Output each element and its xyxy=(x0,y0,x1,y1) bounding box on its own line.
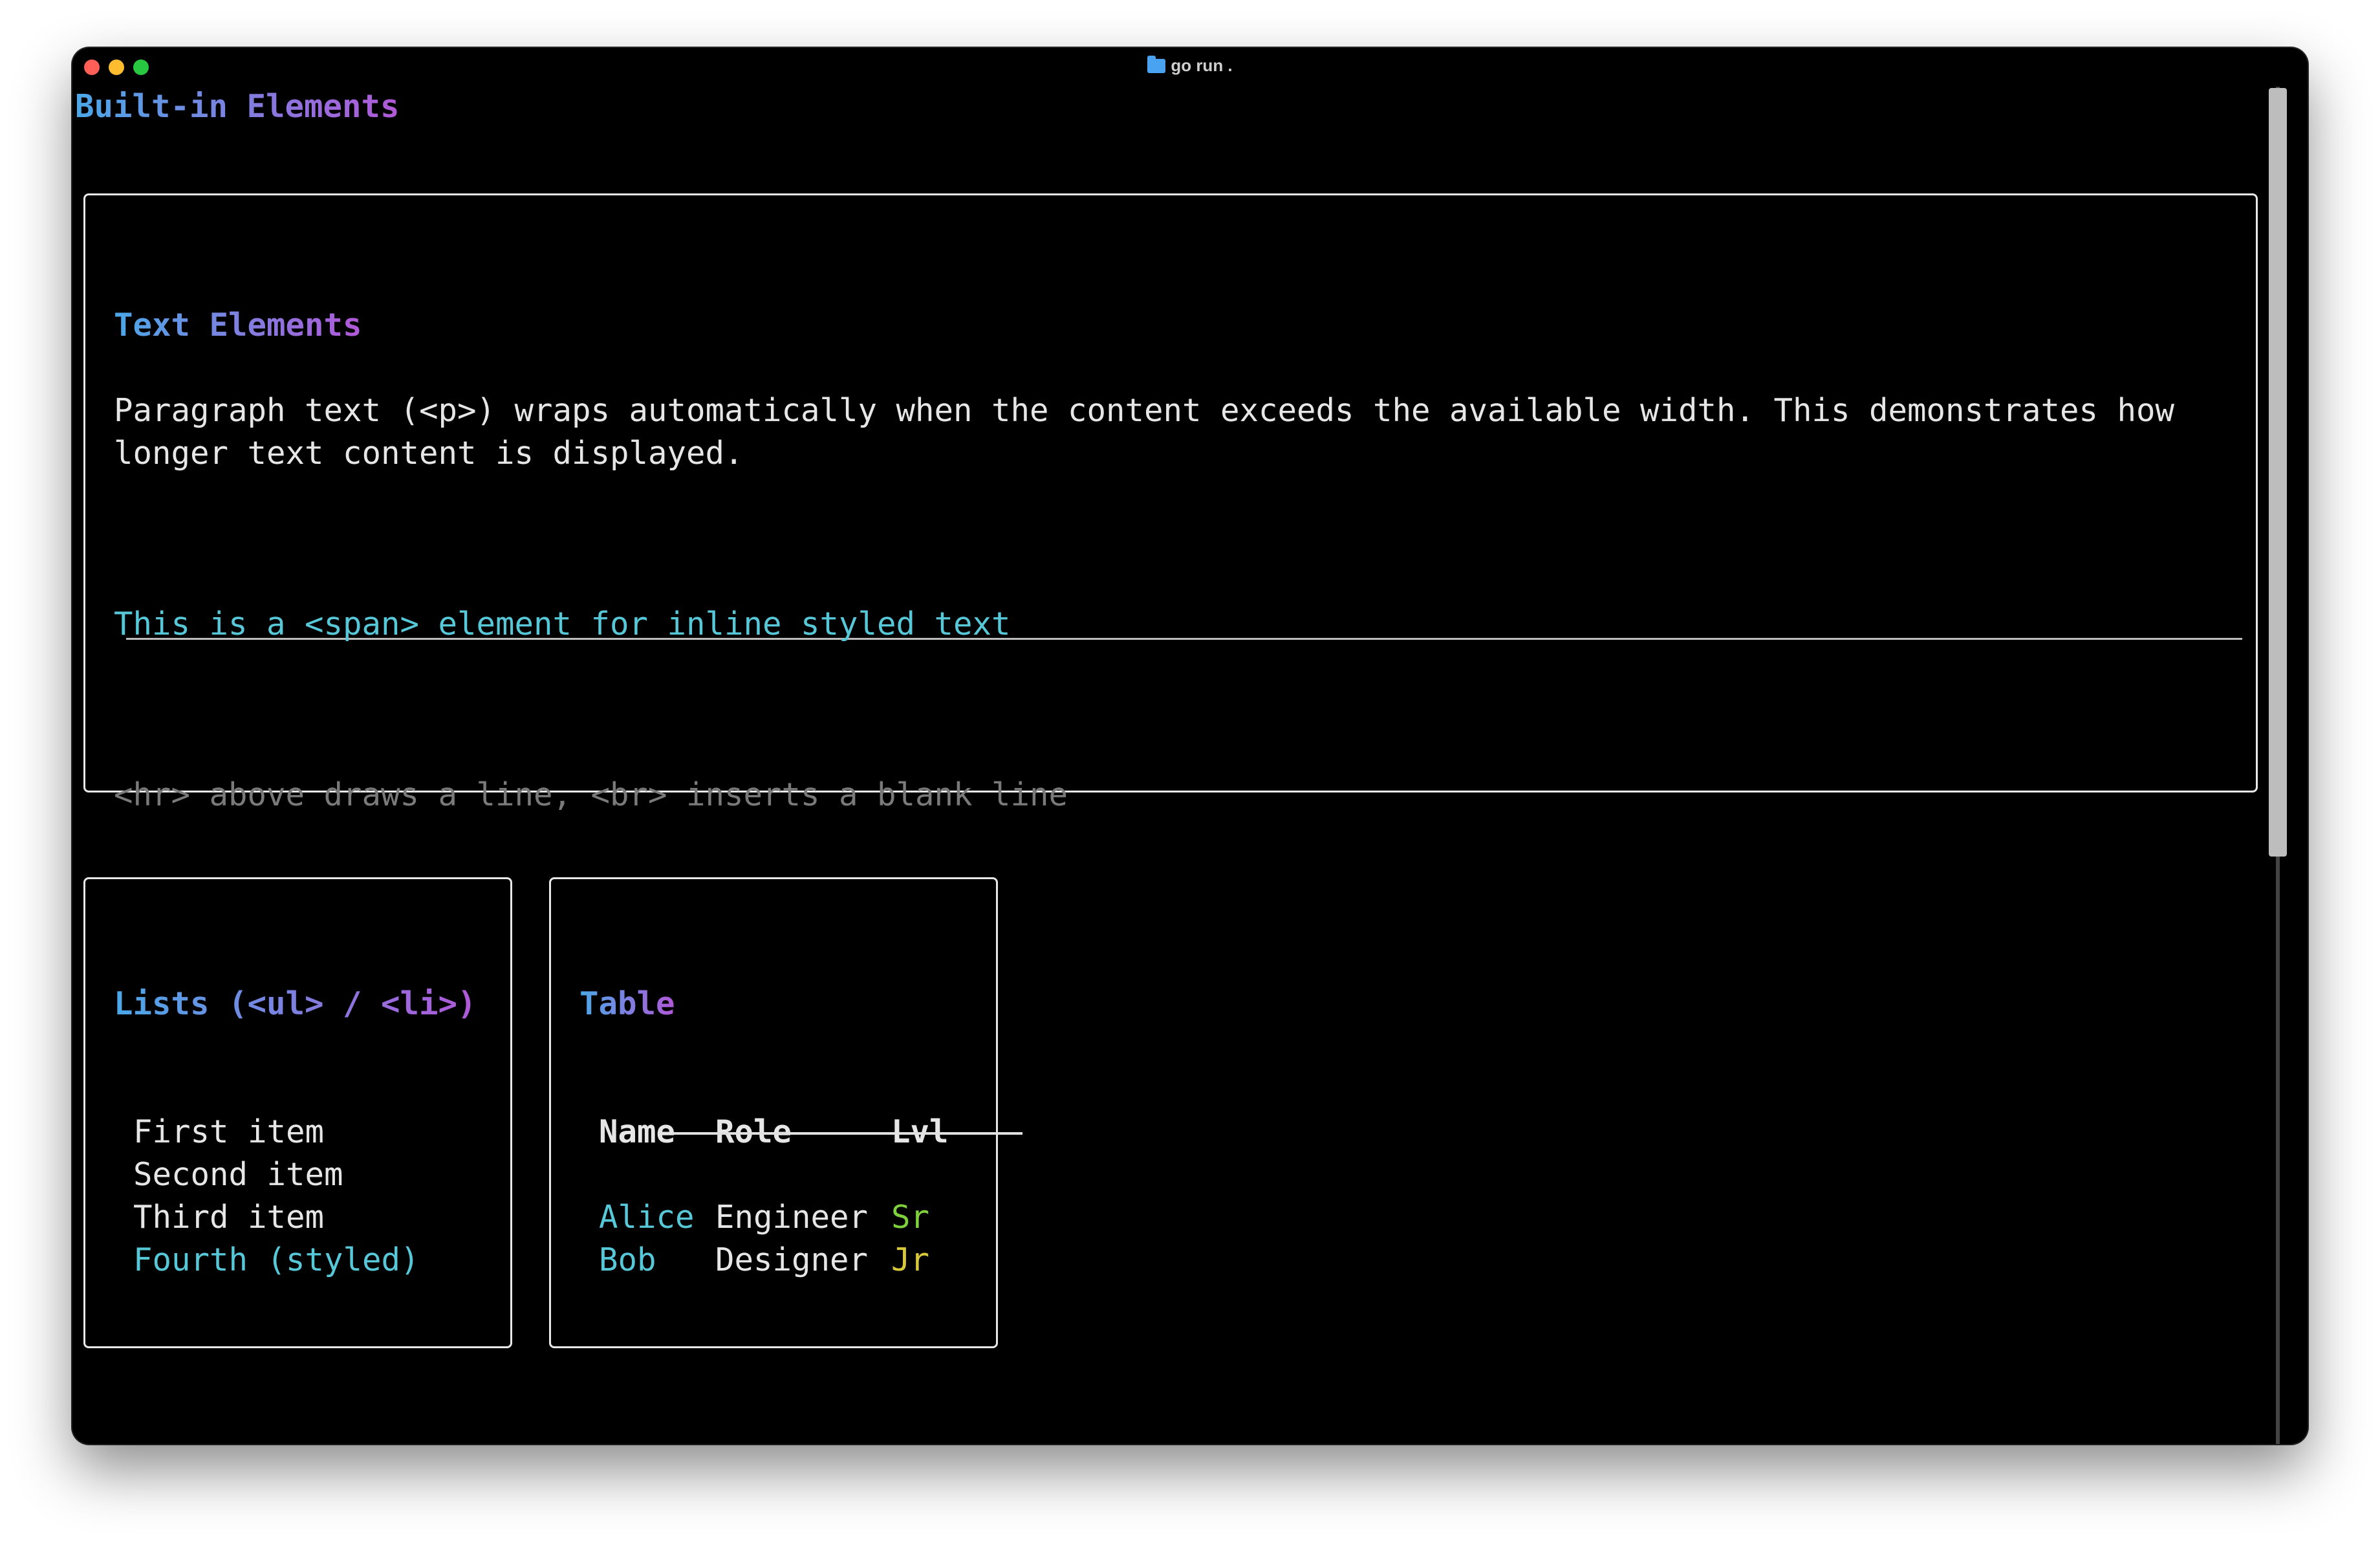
span-text: This is a <span> element for inline styl… xyxy=(114,606,1011,642)
list-item-styled: Fourth (styled) xyxy=(133,1241,420,1278)
table-cell-name: Bob xyxy=(599,1241,656,1278)
lists-heading: Lists (<ul> / <li>) xyxy=(114,983,477,1025)
text-elements-heading: Text Elements xyxy=(114,304,362,347)
list-item: First item xyxy=(133,1113,325,1150)
table-panel: Table Name Role Lvl Alice Engineer Sr Bo… xyxy=(549,877,998,1348)
hr-br-note: <hr> above draws a line, <br> inserts a … xyxy=(114,776,1068,813)
lists-panel: Lists (<ul> / <li>) First item Second it… xyxy=(83,877,512,1348)
window-title-text: go run . xyxy=(1171,56,1233,75)
table-cell-lvl: Jr xyxy=(891,1241,930,1278)
table-heading: Table xyxy=(579,983,675,1025)
window-title: go run . xyxy=(72,56,2308,76)
text-elements-panel: Text Elements Paragraph text (<p>) wraps… xyxy=(83,193,2258,813)
table-cell-role: Engineer xyxy=(715,1199,869,1236)
folder-icon xyxy=(1147,56,1166,73)
terminal-window: go run . Built-in Elements Text Elements… xyxy=(72,48,2308,1444)
scrollbar-thumb[interactable] xyxy=(2269,88,2287,857)
paragraph-line-2: longer text content is displayed. xyxy=(114,435,744,472)
title-bar: go run . xyxy=(72,48,2308,87)
app-title: Built-in Elements xyxy=(75,85,400,128)
table-header-rule xyxy=(672,1132,1022,1135)
table-cell-role: Designer xyxy=(715,1241,869,1278)
column-header-name: Name xyxy=(599,1113,676,1150)
paragraph-line-1: Paragraph text (<p>) wraps automatically… xyxy=(114,392,2175,429)
table-cell-lvl: Sr xyxy=(891,1199,930,1236)
table-cell-name: Alice xyxy=(599,1199,695,1236)
list-item: Third item xyxy=(133,1199,325,1236)
list-item: Second item xyxy=(133,1156,343,1193)
